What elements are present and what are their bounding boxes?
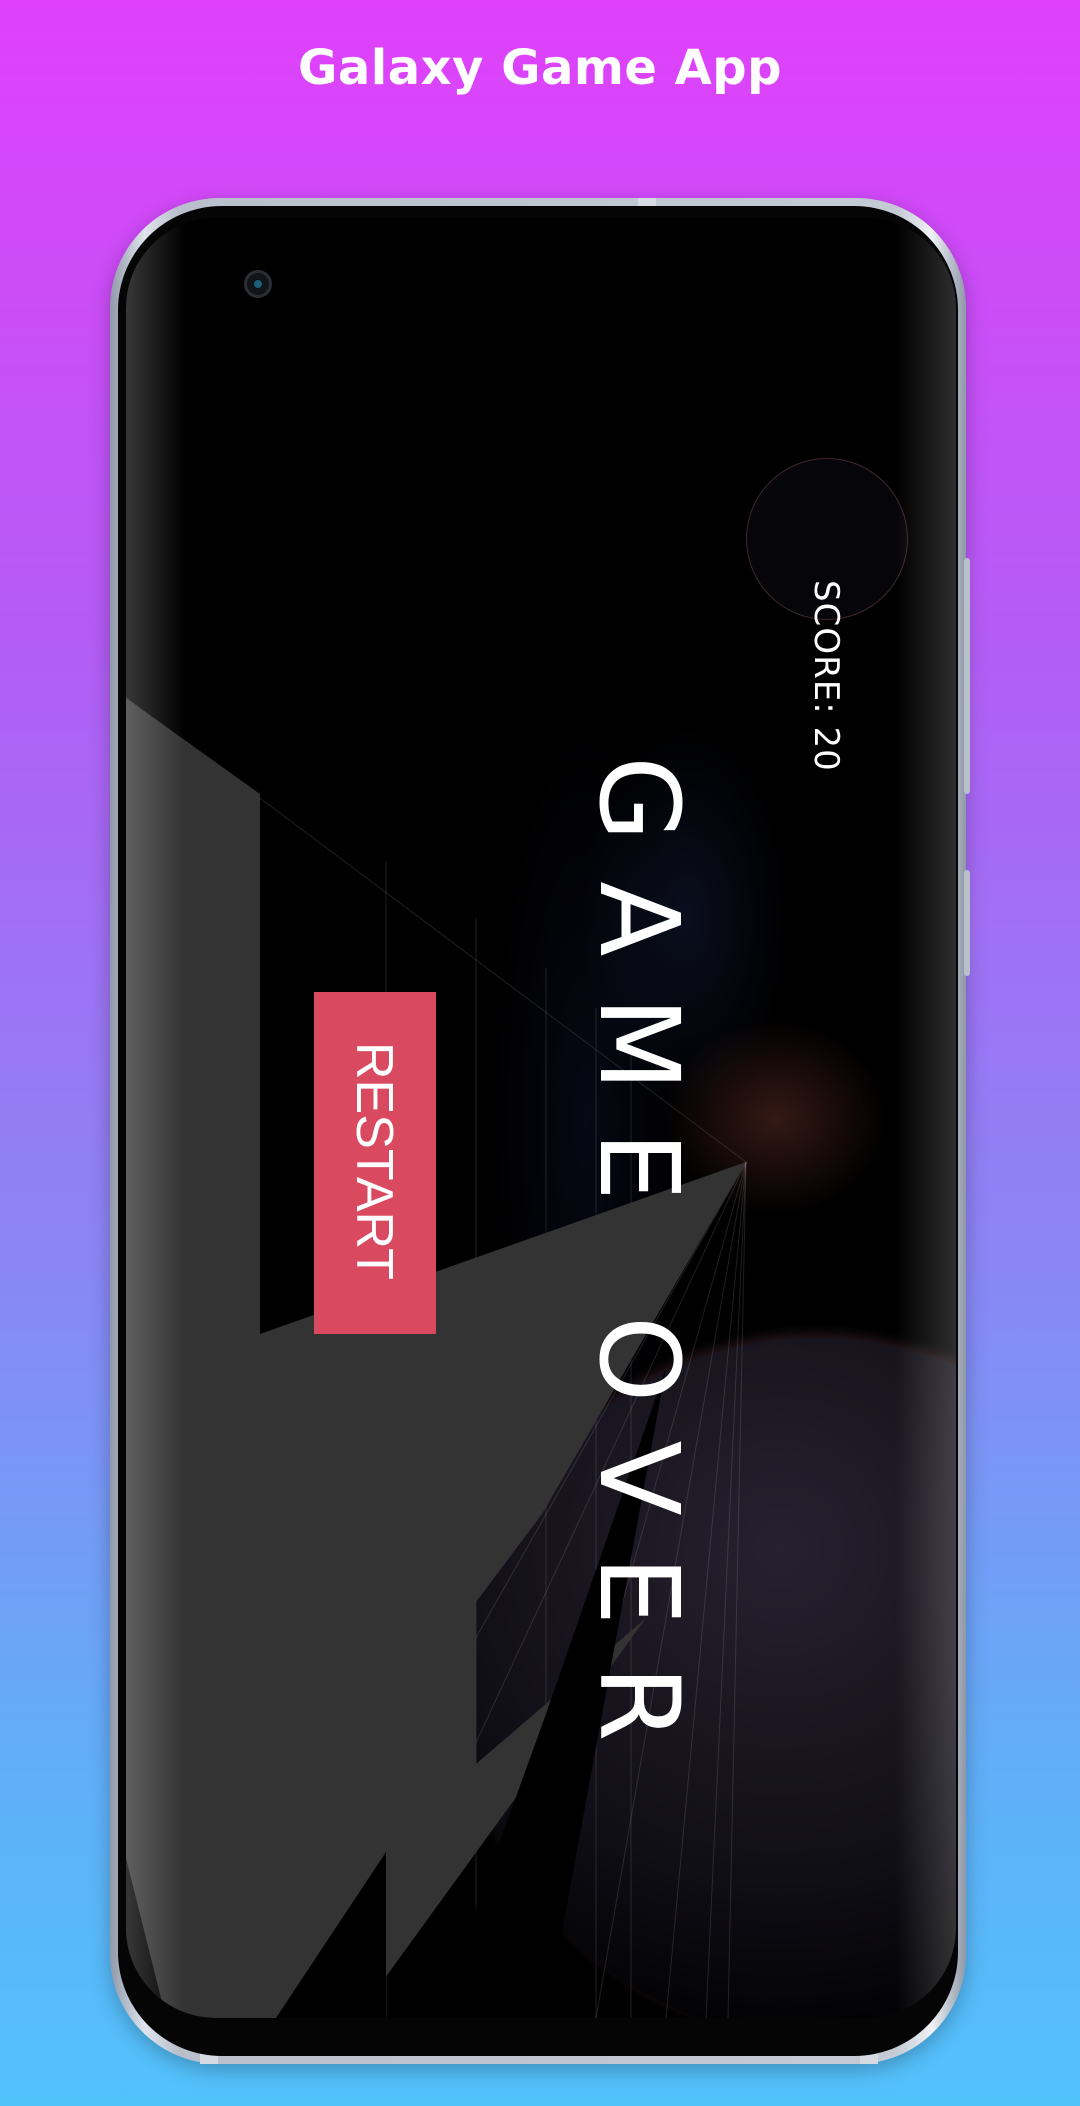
terrain-graphic bbox=[126, 697, 747, 2018]
phone-volume-button bbox=[964, 870, 970, 976]
score-label: SCORE: 20 bbox=[806, 580, 846, 772]
phone-power-button bbox=[964, 558, 970, 794]
restart-button[interactable]: RESTART bbox=[314, 992, 436, 1334]
restart-button-label: RESTART bbox=[345, 1042, 403, 1280]
screen-edge-highlight bbox=[896, 218, 956, 2018]
front-camera-icon bbox=[244, 270, 272, 298]
page-title: Galaxy Game App bbox=[297, 40, 783, 96]
screen-edge-highlight bbox=[126, 218, 186, 2018]
game-screen[interactable]: SCORE: 20 GAME OVER RESTART bbox=[126, 218, 956, 2018]
game-over-label: GAME OVER bbox=[575, 756, 703, 1782]
